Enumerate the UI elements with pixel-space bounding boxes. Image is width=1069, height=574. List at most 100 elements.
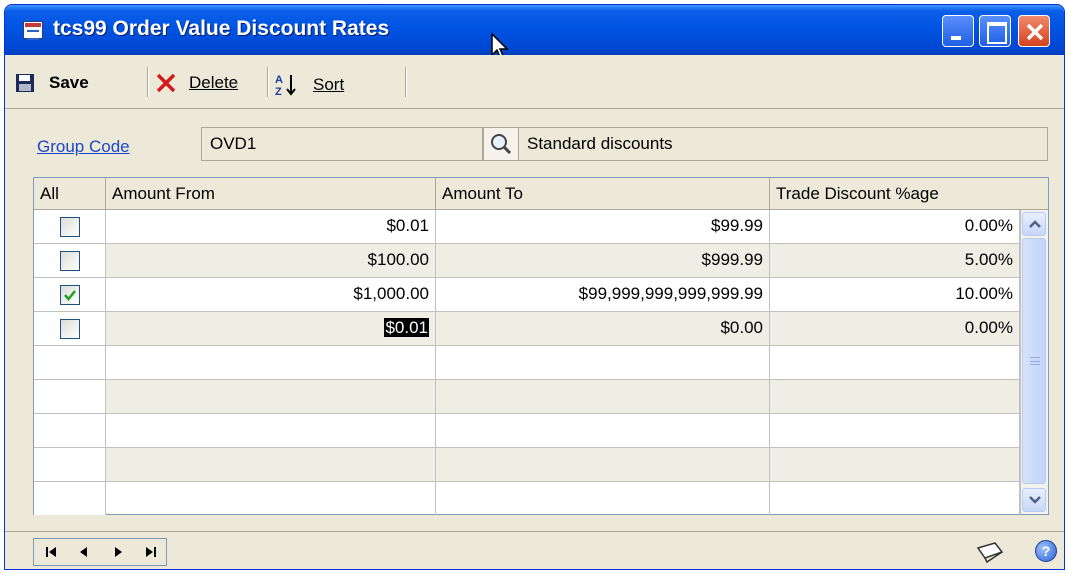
delete-label: Delete [189,73,239,92]
table-row-empty[interactable] [34,346,1020,380]
column-header-amount-from[interactable]: Amount From [106,178,436,210]
svg-text:A: A [275,74,283,86]
save-label: Save [49,73,89,92]
empty-cell[interactable] [34,482,106,515]
previous-record-icon[interactable] [74,544,94,560]
empty-cell[interactable] [106,346,436,379]
sort-label: Sort [313,75,345,94]
next-record-icon[interactable] [108,544,128,560]
scroll-grip-icon [1030,357,1040,365]
save-button[interactable]: Save [15,73,89,93]
title-bar[interactable]: tcs99 Order Value Discount Rates [5,5,1064,60]
table-row-empty[interactable] [34,448,1020,482]
row-checkbox[interactable] [60,251,80,271]
toolbar-separator [147,67,149,97]
maximize-button[interactable] [979,15,1011,47]
row-select-cell[interactable] [34,278,106,311]
window-title: tcs99 Order Value Discount Rates [53,17,390,40]
empty-cell[interactable] [106,448,436,481]
window-icon [23,21,43,40]
row-select-cell[interactable] [34,312,106,345]
amount-from-cell[interactable]: $1,000.00 [106,278,436,311]
empty-cell[interactable] [436,482,770,515]
scroll-thumb[interactable] [1022,238,1046,484]
selected-amount-text[interactable]: $0.01 [384,318,429,337]
empty-cell[interactable] [770,448,1020,481]
amount-to-cell[interactable]: $99.99 [436,210,770,243]
group-code-link[interactable]: Group Code [37,137,130,157]
table-row[interactable]: $1,000.00 $99,999,999,999,999.99 10.00% [34,278,1020,312]
empty-cell[interactable] [106,380,436,413]
checkmark-icon [64,290,76,301]
status-bar: ? [5,531,1064,569]
discount-cell[interactable]: 0.00% [770,312,1020,345]
first-record-icon[interactable] [42,544,62,560]
table-row[interactable]: $0.01 $0.00 0.00% [34,312,1020,346]
row-checkbox[interactable] [60,319,80,339]
table-row[interactable]: $0.01 $99.99 0.00% [34,210,1020,244]
toolbar-separator [267,67,269,97]
grid-header: All Amount From Amount To Trade Discount… [34,178,1048,210]
sort-az-icon: A Z [275,74,296,97]
group-code-row: Group Code OVD1 Standard discounts [5,125,1064,165]
discount-cell[interactable]: 5.00% [770,244,1020,277]
last-record-icon[interactable] [140,544,160,560]
toolbar: Save Delete A Z Sort [5,55,1064,109]
row-select-cell[interactable] [34,210,106,243]
empty-cell[interactable] [770,414,1020,447]
delete-button[interactable]: Delete [155,73,238,93]
empty-cell[interactable] [106,414,436,447]
note-icon[interactable] [975,540,1005,564]
record-navigator [33,538,167,566]
amount-from-cell[interactable]: $100.00 [106,244,436,277]
discount-grid: All Amount From Amount To Trade Discount… [33,177,1049,515]
help-icon[interactable]: ? [1035,540,1057,562]
red-x-icon [156,73,176,93]
column-header-amount-to[interactable]: Amount To [436,178,770,210]
chevron-up-icon [1029,220,1041,228]
amount-from-cell-editing[interactable]: $0.01 [106,312,436,345]
empty-cell[interactable] [436,346,770,379]
lookup-button[interactable] [483,127,519,161]
amount-to-cell[interactable]: $99,999,999,999,999.99 [436,278,770,311]
amount-to-cell[interactable]: $0.00 [436,312,770,345]
table-row-empty[interactable] [34,482,1020,516]
column-header-all[interactable]: All [34,178,106,210]
empty-cell[interactable] [770,380,1020,413]
toolbar-separator [405,67,407,97]
scroll-up-button[interactable] [1022,212,1046,236]
discount-cell[interactable]: 0.00% [770,210,1020,243]
minimize-button[interactable] [942,15,974,47]
chevron-down-icon [1029,496,1041,504]
row-checkbox-checked[interactable] [60,285,80,305]
empty-cell[interactable] [34,414,106,447]
empty-cell[interactable] [34,380,106,413]
empty-cell[interactable] [106,482,436,515]
group-code-field[interactable]: OVD1 [201,127,483,161]
vertical-scrollbar[interactable] [1020,210,1048,514]
svg-text:Z: Z [275,86,282,97]
empty-cell[interactable] [34,448,106,481]
table-row-empty[interactable] [34,380,1020,414]
discount-rates-window: tcs99 Order Value Discount Rates Save De… [4,4,1065,570]
empty-cell[interactable] [436,448,770,481]
empty-cell[interactable] [770,346,1020,379]
table-row[interactable]: $100.00 $999.99 5.00% [34,244,1020,278]
floppy-disk-icon [16,74,34,92]
row-select-cell[interactable] [34,244,106,277]
empty-cell[interactable] [436,380,770,413]
empty-cell[interactable] [436,414,770,447]
close-button[interactable] [1018,15,1050,47]
table-row-empty[interactable] [34,414,1020,448]
column-header-trade-discount[interactable]: Trade Discount %age [770,178,1048,210]
amount-to-cell[interactable]: $999.99 [436,244,770,277]
sort-button[interactable]: A Z Sort [275,73,344,97]
amount-from-cell[interactable]: $0.01 [106,210,436,243]
discount-cell[interactable]: 10.00% [770,278,1020,311]
empty-cell[interactable] [34,346,106,379]
row-checkbox[interactable] [60,217,80,237]
empty-cell[interactable] [770,482,1020,515]
close-icon [1026,23,1044,41]
group-description-field: Standard discounts [518,127,1048,161]
scroll-down-button[interactable] [1022,488,1046,512]
